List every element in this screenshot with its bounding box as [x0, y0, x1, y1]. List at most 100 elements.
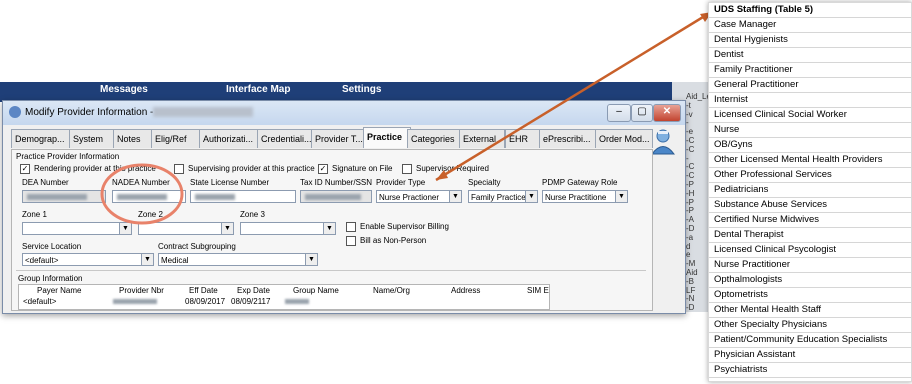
- specialty-value: Family Practice: [471, 193, 526, 202]
- supervising-provider-checkbox[interactable]: [174, 164, 184, 174]
- zone2-label: Zone 2: [138, 210, 163, 219]
- dea-number-field[interactable]: [22, 190, 106, 203]
- chevron-down-icon: ▼: [119, 223, 131, 234]
- tab-ehr[interactable]: EHR: [505, 129, 541, 148]
- uds-list-item: Pediatricians: [709, 183, 911, 198]
- bg-side-text: -H: [686, 188, 695, 198]
- uds-list-item: Psychiatrists: [709, 363, 911, 378]
- zone2-select[interactable]: ▼: [138, 222, 234, 235]
- tab-system[interactable]: System: [69, 129, 115, 148]
- uds-list-header: UDS Staffing (Table 5): [709, 3, 911, 18]
- tax-id-field[interactable]: [300, 190, 372, 203]
- bg-side-text: -e: [686, 127, 694, 137]
- uds-list-item: General Practitioner: [709, 78, 911, 93]
- uds-list-item: Internist: [709, 93, 911, 108]
- uds-list-item: Nurse: [709, 123, 911, 138]
- col-name-org[interactable]: Name/Org: [373, 286, 410, 295]
- col-exp-date[interactable]: Exp Date: [237, 286, 270, 295]
- redacted-group-name: [285, 299, 309, 304]
- uds-list-item: Optometrists: [709, 288, 911, 303]
- tab-eprescribing[interactable]: ePrescribi...: [539, 129, 599, 148]
- divider: [16, 270, 646, 271]
- pdmp-gateway-role-label: PDMP Gateway Role: [542, 178, 618, 187]
- uds-list-item: Dental Hygienists: [709, 33, 911, 48]
- service-location-select[interactable]: <default> ▼: [22, 253, 154, 266]
- bg-tab-messages[interactable]: Messages: [100, 84, 148, 95]
- col-address[interactable]: Address: [451, 286, 480, 295]
- chevron-down-icon: ▼: [615, 191, 627, 202]
- dea-number-label: DEA Number: [22, 178, 69, 187]
- col-sim[interactable]: SIM E: [527, 286, 549, 295]
- bg-side-text: -C: [686, 136, 695, 145]
- col-eff-date[interactable]: Eff Date: [189, 286, 218, 295]
- uds-list-item: Family Practitioner: [709, 63, 911, 78]
- bg-side-text: -N: [686, 294, 695, 304]
- nadea-number-field[interactable]: [112, 190, 186, 203]
- uds-list-item: Licensed Clinical Social Worker: [709, 108, 911, 123]
- state-license-label: State License Number: [190, 178, 270, 187]
- pdmp-gateway-role-value: Nurse Practitione: [545, 193, 607, 202]
- col-provider-nbr[interactable]: Provider Nbr: [119, 286, 164, 295]
- bill-non-person-label: Bill as Non-Person: [360, 236, 427, 245]
- signature-on-file-checkbox[interactable]: ✓: [318, 164, 328, 174]
- signature-on-file-label: Signature on File: [332, 164, 393, 173]
- bg-side-text: d: [686, 241, 691, 251]
- supervisor-required-checkbox[interactable]: [402, 164, 412, 174]
- contract-subgrouping-select[interactable]: Medical ▼: [158, 253, 318, 266]
- uds-list-item: Other Mental Health Staff: [709, 303, 911, 318]
- cell-payer-name[interactable]: <default>: [23, 297, 56, 306]
- tab-external[interactable]: External: [459, 129, 505, 148]
- chevron-down-icon: ▼: [323, 223, 335, 234]
- tab-categories[interactable]: Categories: [407, 129, 461, 148]
- rendering-provider-label: Rendering provider at this practice: [34, 164, 156, 173]
- pdmp-gateway-role-select[interactable]: Nurse Practitione ▼: [542, 190, 628, 203]
- chevron-down-icon: ▼: [525, 191, 537, 202]
- tab-credentialing[interactable]: Credentiali...: [257, 129, 315, 148]
- bg-side-text: -D: [686, 303, 695, 313]
- contract-subgrouping-label: Contract Subgrouping: [158, 242, 236, 251]
- tab-practice[interactable]: Practice: [363, 127, 411, 148]
- tab-elig-ref[interactable]: Elig/Ref: [151, 129, 201, 148]
- bg-side-text: -C: [686, 171, 695, 181]
- nadea-number-label: NADEA Number: [112, 178, 170, 187]
- redacted-provider-name: [153, 107, 253, 117]
- contract-subgrouping-value: Medical: [161, 256, 189, 265]
- close-button[interactable]: ✕: [653, 104, 681, 122]
- tab-authorizations[interactable]: Authorizati...: [199, 129, 259, 148]
- uds-list-item: Dentist: [709, 48, 911, 63]
- cell-exp-date[interactable]: 08/09/2117: [231, 297, 270, 306]
- enable-supervisor-billing-checkbox[interactable]: [346, 222, 356, 232]
- cell-eff-date[interactable]: 08/09/2017: [185, 297, 225, 306]
- zone1-select[interactable]: ▼: [22, 222, 132, 235]
- provider-type-select[interactable]: Nurse Practioner ▼: [376, 190, 462, 203]
- tab-order-mod[interactable]: Order Mod...: [595, 129, 653, 148]
- bg-side-text: -P: [686, 206, 694, 216]
- uds-list-item: Case Manager: [709, 18, 911, 33]
- tab-demographics[interactable]: Demograp...: [11, 129, 71, 148]
- bg-tab-settings[interactable]: Settings: [342, 84, 381, 95]
- zone3-select[interactable]: ▼: [240, 222, 336, 235]
- bill-non-person-checkbox[interactable]: [346, 236, 356, 246]
- maximize-button[interactable]: ▢: [631, 104, 653, 122]
- uds-list-item: Nurse Practitioner: [709, 258, 911, 273]
- tab-notes[interactable]: Notes: [113, 129, 153, 148]
- service-location-value: <default>: [25, 256, 59, 265]
- tab-provider-type[interactable]: Provider T...: [311, 129, 367, 148]
- bg-tab-interface-map[interactable]: Interface Map: [226, 84, 290, 95]
- bg-side-text: -v: [686, 109, 693, 119]
- uds-list-item: Other Specialty Physicians: [709, 318, 911, 333]
- col-group-name[interactable]: Group Name: [293, 286, 339, 295]
- uds-list-item: Licensed Clinical Psycologist: [709, 243, 911, 258]
- minimize-button[interactable]: –: [607, 104, 631, 122]
- bg-side-text: -A: [686, 215, 694, 225]
- supervising-provider-label: Supervising provider at this practice: [188, 164, 315, 173]
- rendering-provider-checkbox[interactable]: ✓: [20, 164, 30, 174]
- specialty-select[interactable]: Family Practice ▼: [468, 190, 538, 203]
- dialog-titlebar: Modify Provider Information - – ▢ ✕: [3, 101, 685, 125]
- state-license-field[interactable]: [190, 190, 296, 203]
- bg-side-text: e: [686, 250, 691, 260]
- col-payer-name[interactable]: Payer Name: [37, 286, 81, 295]
- service-location-label: Service Location: [22, 242, 82, 251]
- group-information-table[interactable]: Payer Name Provider Nbr Eff Date Exp Dat…: [18, 284, 550, 310]
- bg-side-text: Aid: [686, 268, 698, 277]
